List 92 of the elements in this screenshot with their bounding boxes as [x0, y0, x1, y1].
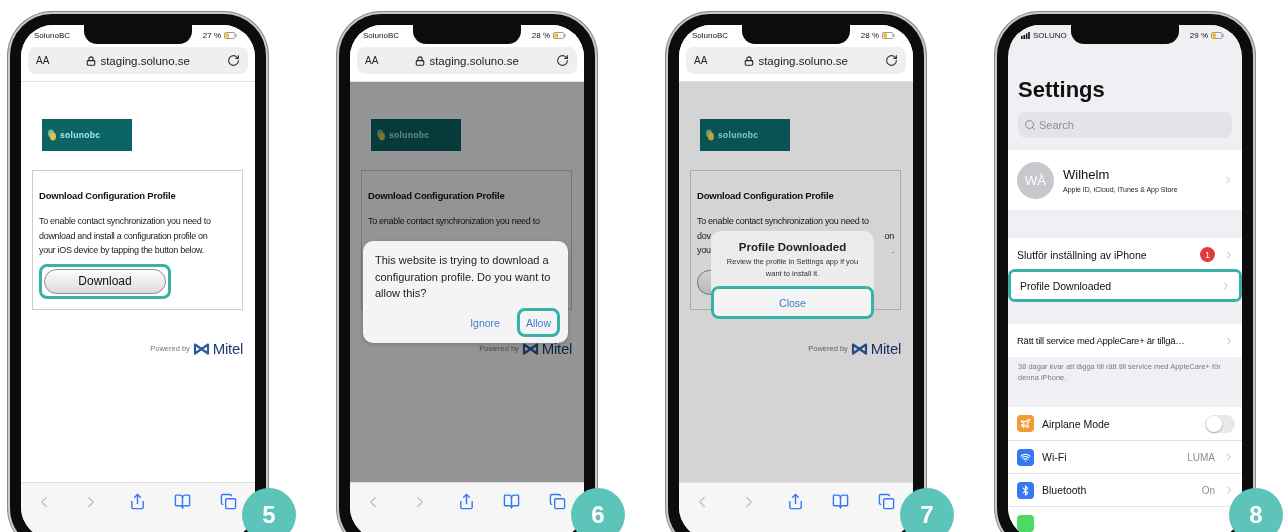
row-label: Airplane Mode: [1042, 417, 1111, 430]
battery-icon: [224, 31, 237, 39]
bookmarks-icon[interactable]: [832, 493, 850, 510]
search-field[interactable]: Search: [1018, 112, 1232, 138]
card-heading: Download Configuration Profile: [697, 190, 835, 201]
settings-row[interactable]: Rätt till service med AppleCare+ är tillgä…: [1008, 324, 1242, 357]
battery-percent: 28 %: [860, 30, 879, 40]
step-badge: 6: [571, 488, 625, 532]
paragraph-line: To enable contact synchronization you need to: [368, 215, 540, 228]
step-badge: 8: [1229, 488, 1283, 532]
battery-icon: [882, 31, 895, 39]
paragraph-line: .: [891, 244, 894, 257]
address-bar[interactable]: AA staging.soluno.se: [357, 47, 577, 74]
reload-icon[interactable]: [227, 54, 240, 67]
battery-percent: 28 %: [531, 30, 550, 40]
paragraph-line: dov: [697, 229, 711, 243]
logo-mark-icon: [521, 342, 539, 355]
account-name: Wilhelm: [1063, 167, 1111, 182]
tabs-icon[interactable]: [549, 493, 566, 510]
logo-text: solunobc: [718, 130, 759, 140]
brand-name: Mitel: [212, 340, 243, 357]
settings-row[interactable]: Wi-Fi LUMA: [1008, 440, 1242, 473]
address-bar[interactable]: AA staging.soluno.se: [28, 47, 248, 74]
carrier-name: SOLUNO: [1033, 30, 1067, 40]
share-icon[interactable]: [457, 493, 475, 510]
carrier-name: SolunoBC: [363, 30, 400, 40]
battery-icon: [1211, 31, 1224, 39]
tabs-icon[interactable]: [220, 493, 237, 510]
step-badge: 7: [900, 488, 954, 532]
url-text: staging.soluno.se: [100, 54, 190, 67]
carrier-name: SolunoBC: [692, 30, 729, 40]
logo-text: solunobc: [389, 130, 430, 140]
row-value: On: [1201, 484, 1215, 496]
settings-row[interactable]: Slutför inställning av iPhone 1: [1008, 238, 1242, 271]
lock-icon: [744, 55, 755, 66]
dialog-message: This website is trying to download a configuration profile. Do you want to allow this?: [375, 253, 552, 301]
tabs-icon[interactable]: [878, 493, 895, 510]
brand-name: Mitel: [541, 340, 572, 357]
card-heading: Download Configuration Profile: [368, 190, 506, 201]
logo-mark-icon: [850, 342, 868, 355]
row-label: Wi-Fi: [1042, 451, 1068, 463]
dialog-button[interactable]: Close: [714, 289, 871, 316]
card-heading: Download Configuration Profile: [39, 190, 177, 201]
share-icon[interactable]: [128, 493, 146, 510]
text-size-button[interactable]: AA: [365, 55, 379, 66]
lock-icon: [86, 55, 97, 66]
carrier-name: SolunoBC: [34, 30, 71, 40]
dialog-button[interactable]: Ignore: [466, 313, 504, 332]
leaf-icon: [47, 129, 57, 141]
search-icon: [1024, 119, 1036, 131]
row-label: Bluetooth: [1042, 484, 1088, 496]
paragraph-line: your iOS device by tapping the button below.: [39, 244, 204, 257]
bookmarks-icon[interactable]: [503, 493, 521, 510]
download-button[interactable]: Download: [44, 268, 166, 294]
url-text: staging.soluno.se: [429, 54, 519, 67]
dialog-button[interactable]: Allow: [521, 313, 555, 332]
row-label: Slutför inställning av iPhone: [1017, 248, 1148, 261]
row-value: LUMA: [1187, 451, 1215, 463]
paragraph-line: on: [884, 229, 894, 243]
leaf-icon: [705, 129, 715, 141]
brand-name: Mitel: [870, 340, 901, 357]
settings-row[interactable]: Bluetooth On: [1008, 473, 1242, 506]
toggle-switch[interactable]: [1205, 414, 1235, 433]
dialog-title: Profile Downloaded: [737, 241, 848, 253]
leaf-icon: [376, 129, 386, 141]
settings-row[interactable]: Profile Downloaded: [1011, 272, 1239, 299]
step-badge: 5: [242, 488, 296, 532]
text-size-button[interactable]: AA: [36, 55, 50, 66]
battery-icon: [553, 31, 566, 39]
share-icon[interactable]: [786, 493, 804, 510]
avatar: WÅ: [1017, 161, 1054, 199]
reload-icon[interactable]: [885, 54, 898, 67]
text-size-button[interactable]: AA: [694, 55, 708, 66]
lock-icon: [415, 55, 426, 66]
address-bar[interactable]: AA staging.soluno.se: [686, 47, 906, 74]
paragraph-line: you: [697, 244, 711, 257]
logo-text: solunobc: [60, 130, 101, 140]
paragraph-line: download and install a configuration profile on: [39, 229, 208, 243]
url-text: staging.soluno.se: [758, 54, 848, 67]
settings-row[interactable]: Airplane Mode: [1008, 407, 1242, 440]
battery-percent: 27 %: [202, 30, 221, 40]
row-label: Rätt till service med AppleCare+ är tillgä…: [1017, 335, 1186, 346]
page-title: Settings: [1017, 77, 1106, 103]
row-label: Profile Downloaded: [1020, 279, 1113, 292]
bookmarks-icon[interactable]: [174, 493, 192, 510]
battery-percent: 29 %: [1189, 30, 1208, 40]
logo-mark-icon: [192, 342, 210, 355]
signal-icon: [1021, 31, 1030, 39]
reload-icon[interactable]: [556, 54, 569, 67]
notification-badge: 1: [1200, 247, 1215, 262]
paragraph-line: To enable contact synchronization you need to: [697, 215, 869, 228]
paragraph-line: To enable contact synchronization you need to: [39, 215, 211, 228]
